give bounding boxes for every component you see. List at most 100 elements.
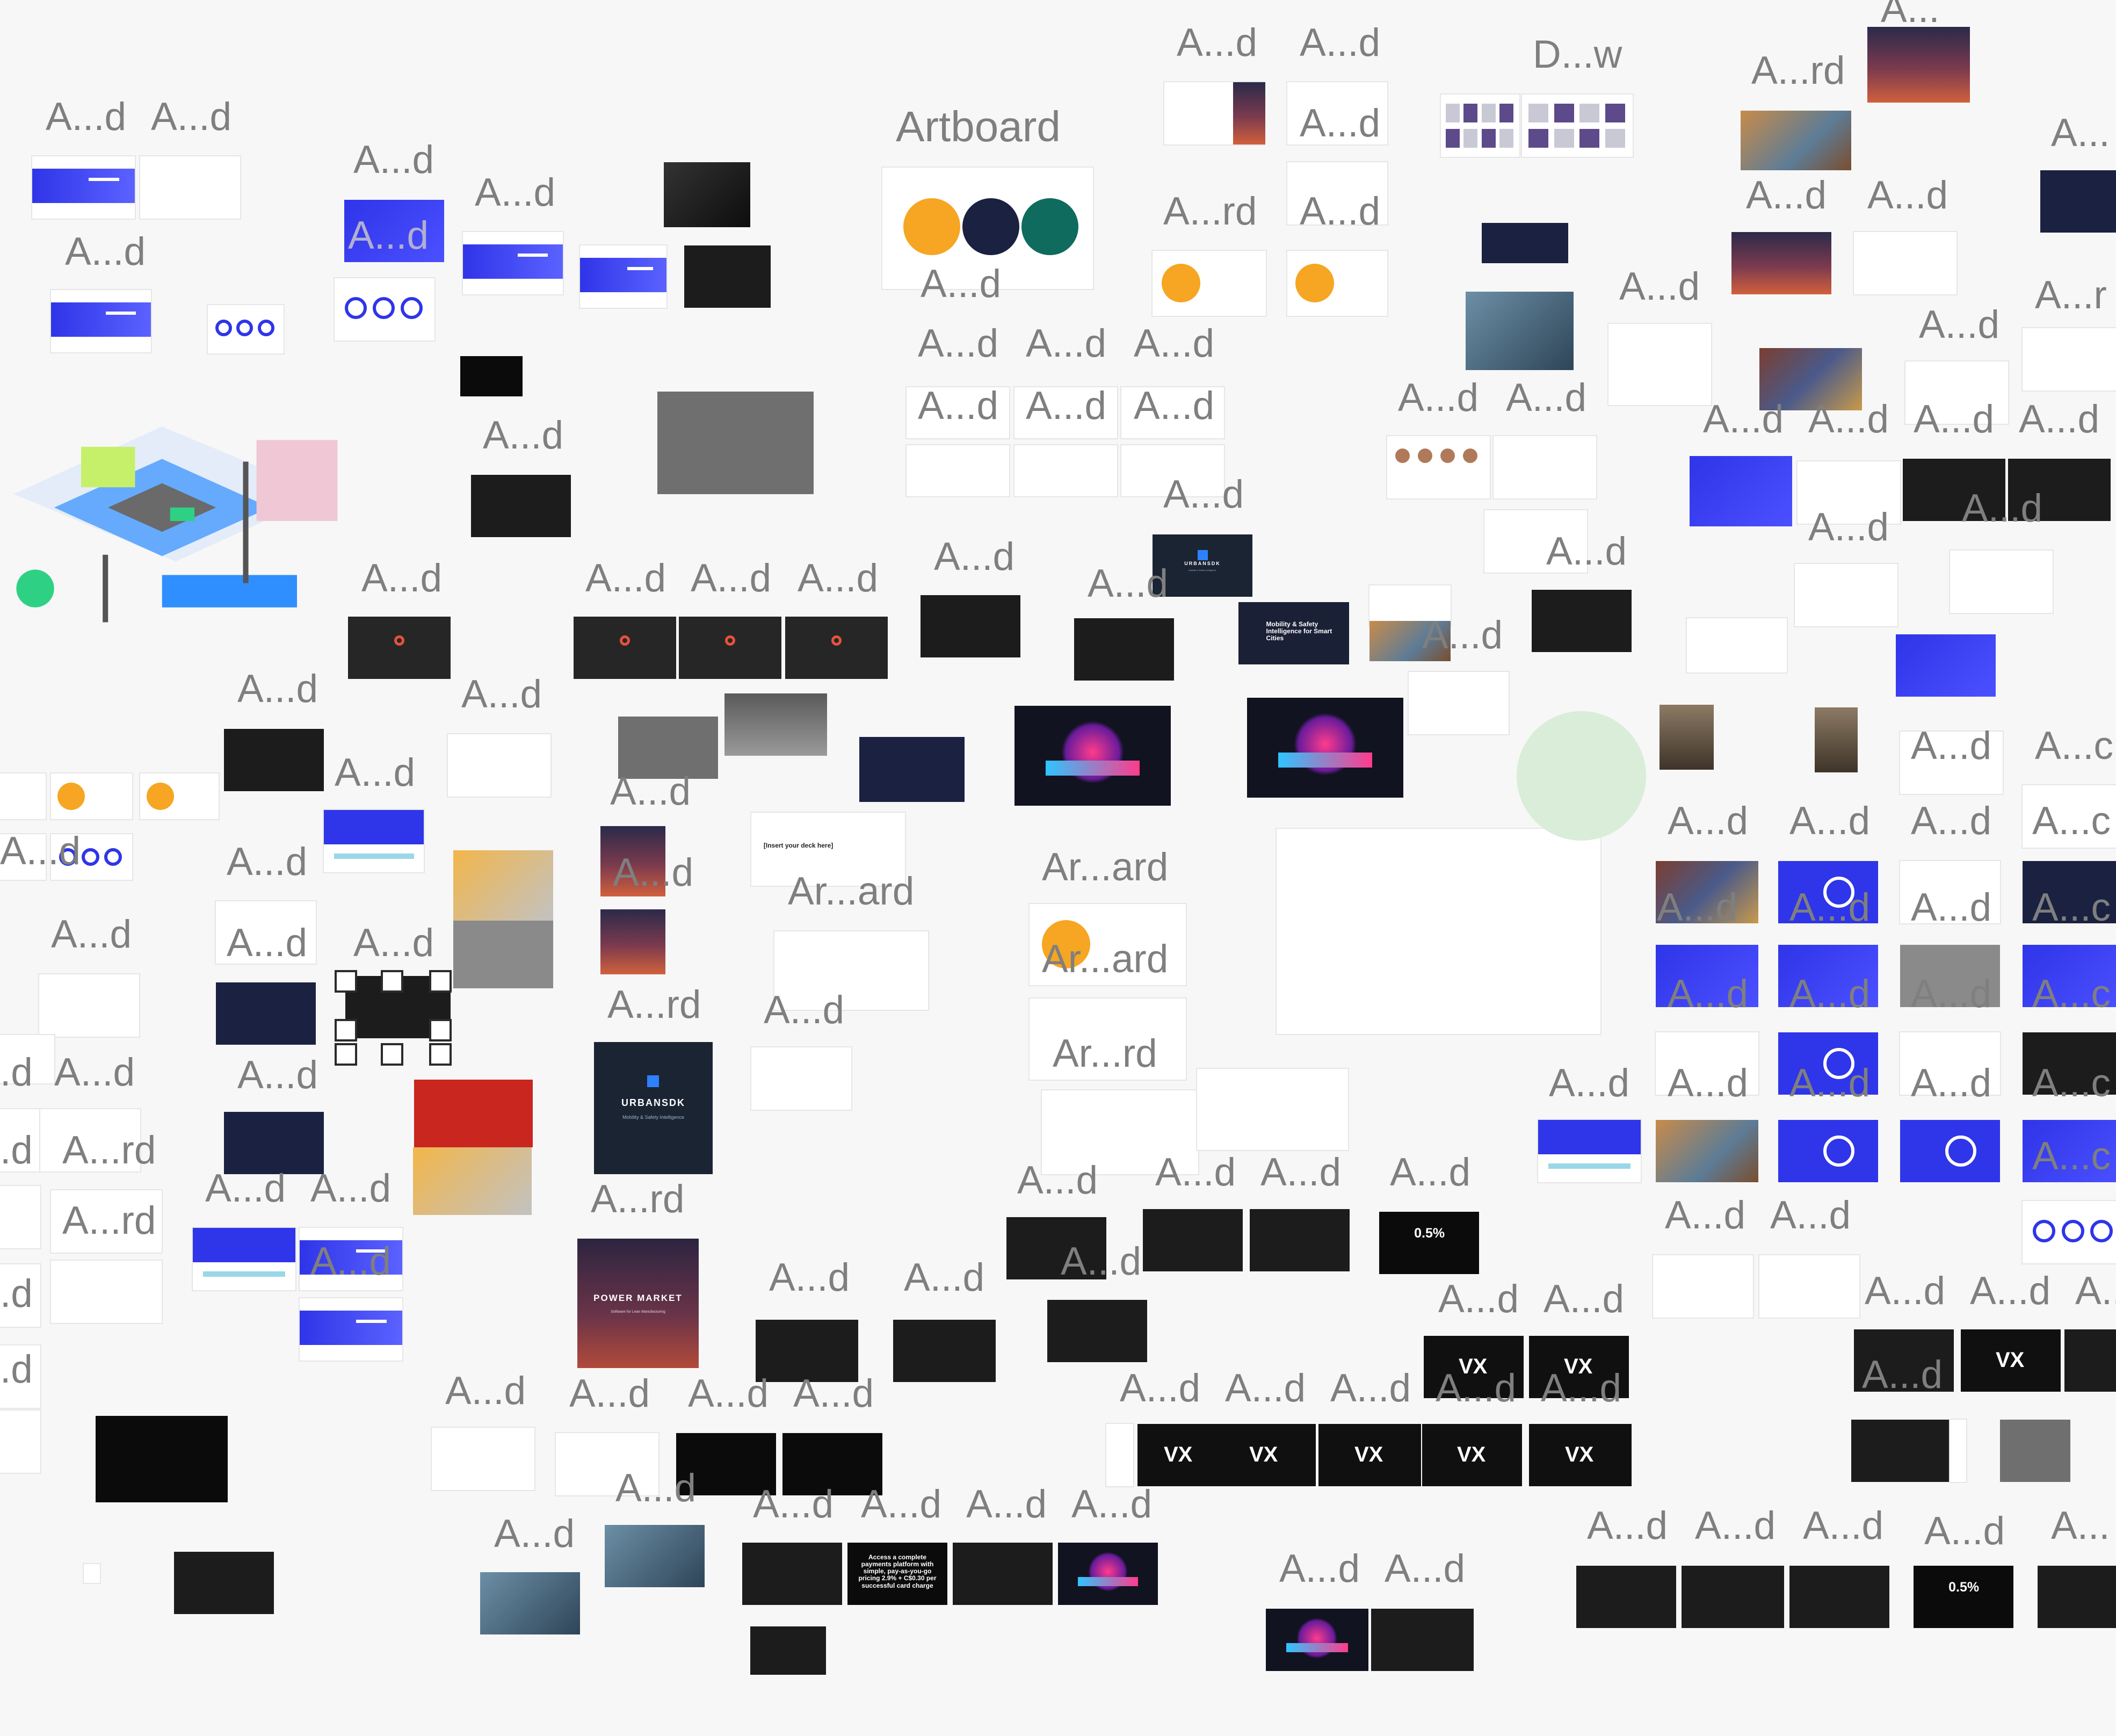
artboard-label[interactable]: A...d	[1543, 1279, 1624, 1319]
artboard-thumbnail[interactable]	[96, 1416, 228, 1502]
artboard-label[interactable]: A...d	[569, 1374, 650, 1413]
artboard-thumbnail[interactable]	[414, 1080, 533, 1147]
artboard-thumbnail[interactable]	[51, 773, 132, 819]
artboard-label[interactable]: A...d	[1657, 888, 1737, 927]
artboard-thumbnail[interactable]	[84, 1564, 100, 1583]
artboard-thumbnail[interactable]	[1153, 251, 1266, 316]
artboard-label[interactable]: A...d	[1163, 475, 1244, 514]
artboard-label[interactable]: A...d	[1385, 1549, 1465, 1588]
artboard-label[interactable]: A...d	[764, 990, 844, 1030]
artboard-thumbnail[interactable]	[453, 921, 553, 988]
artboard-label[interactable]: A...d	[1862, 1355, 1943, 1394]
artboard-label[interactable]: Ar...rd	[1053, 1034, 1157, 1073]
resize-handle[interactable]	[335, 1019, 357, 1041]
artboard-thumbnail[interactable]: Mobility & Safety Intelligence for Smart…	[1238, 602, 1349, 664]
artboard-label[interactable]: A...d	[1155, 1153, 1236, 1192]
artboard-thumbnail[interactable]	[1789, 1566, 1889, 1628]
artboard-canvas[interactable]: [Insert your deck here] URBANSDK Mobility …	[0, 0, 2116, 1736]
artboard-label[interactable]: A...d	[1300, 23, 1380, 62]
artboard-label[interactable]: A...d	[1665, 1196, 1745, 1235]
artboard-label[interactable]: A...d	[1549, 1064, 1629, 1103]
artboard-thumbnail[interactable]	[1900, 1120, 2000, 1182]
artboard-label[interactable]: A...c	[2032, 1064, 2111, 1103]
artboard-label[interactable]: A...d	[51, 915, 132, 954]
artboard-label[interactable]: A...d	[1546, 532, 1627, 571]
artboard-thumbnail[interactable]	[750, 1626, 826, 1675]
resize-handle[interactable]	[429, 970, 452, 993]
artboard-label[interactable]: A...d	[1120, 1369, 1200, 1408]
artboard-label[interactable]: A...d	[1962, 489, 2042, 528]
artboard-thumbnail[interactable]	[1759, 1255, 1859, 1318]
artboard-thumbnail[interactable]	[0, 1186, 40, 1248]
artboard-label[interactable]: A...d	[361, 559, 442, 598]
artboard-label[interactable]: A...d	[1026, 324, 1106, 363]
artboard-label[interactable]: A...	[2051, 1506, 2110, 1545]
artboard-label[interactable]: A...d	[1919, 305, 1999, 344]
artboard-label[interactable]: A...d	[1134, 324, 1214, 363]
artboard-thumbnail[interactable]	[224, 1112, 324, 1174]
artboard-thumbnail[interactable]	[657, 392, 814, 494]
artboard-label[interactable]: A...d	[1300, 192, 1380, 231]
artboard-label[interactable]: A...d	[615, 1469, 696, 1508]
artboard-label[interactable]: A...d	[1911, 801, 1991, 841]
artboard-thumbnail[interactable]	[1247, 698, 1403, 798]
artboard-thumbnail[interactable]	[1576, 1566, 1676, 1628]
artboard-label[interactable]: D...w	[1533, 35, 1622, 74]
artboard-label[interactable]: A...d	[1867, 176, 1948, 215]
artboard-label[interactable]: Ar...ard	[788, 872, 914, 911]
artboard-thumbnail[interactable]	[480, 1572, 580, 1634]
artboard-thumbnail[interactable]	[2000, 1420, 2070, 1482]
artboard-thumbnail[interactable]	[1741, 111, 1851, 170]
artboard-thumbnail[interactable]	[605, 1525, 705, 1587]
artboard-thumbnail[interactable]	[1482, 223, 1568, 263]
artboard-label[interactable]: A...d	[1770, 1196, 1851, 1235]
artboard-label[interactable]: A...d	[610, 772, 691, 811]
resize-handle[interactable]	[381, 970, 403, 993]
artboard-label[interactable]: A...d	[1134, 386, 1214, 425]
artboard-thumbnail[interactable]	[140, 156, 240, 219]
artboard-label[interactable]: A...d	[0, 831, 81, 871]
artboard-thumbnail[interactable]	[300, 1298, 402, 1361]
artboard-thumbnail[interactable]	[1441, 95, 1519, 157]
artboard-label[interactable]: A...d	[46, 97, 126, 136]
artboard-thumbnail[interactable]	[679, 617, 781, 679]
isometric-city-illustration[interactable]	[0, 413, 381, 629]
artboard-label[interactable]: A...d	[353, 140, 434, 179]
artboard-label[interactable]: A...d	[1703, 400, 1784, 439]
artboard-label[interactable]: A...d	[1071, 1485, 1152, 1524]
artboard-label[interactable]: A...d	[1668, 801, 1748, 841]
artboard-label[interactable]: A...d	[1911, 726, 1991, 765]
artboard-label[interactable]: A...d	[310, 1242, 391, 1281]
artboard-label[interactable]: A...d	[793, 1374, 874, 1413]
artboard-thumbnail[interactable]	[1233, 82, 1265, 144]
artboard-label[interactable]: A...d	[237, 669, 318, 708]
artboard-label[interactable]: A...d	[1789, 1064, 1870, 1103]
artboard-label[interactable]: .d	[0, 1350, 33, 1389]
artboard-label[interactable]: .d	[0, 1274, 33, 1313]
artboard-label[interactable]: A...c	[2032, 1137, 2111, 1176]
artboard-label[interactable]: A...d	[1803, 1506, 1883, 1545]
artboard-label[interactable]: A...d	[1914, 400, 1994, 439]
artboard-thumbnail[interactable]	[724, 693, 827, 756]
artboard-thumbnail[interactable]	[664, 162, 750, 227]
artboard-thumbnail[interactable]	[432, 1428, 534, 1490]
artboard-label[interactable]: A...d	[921, 264, 1001, 303]
artboard-thumbnail[interactable]	[1522, 95, 1633, 157]
artboard-label[interactable]: Ar...ard	[1042, 939, 1168, 979]
artboard-thumbnail[interactable]	[907, 445, 1009, 496]
resize-handle[interactable]	[381, 1043, 403, 1066]
artboard-thumbnail[interactable]	[1815, 707, 1858, 772]
artboard-thumbnail[interactable]: POWER MARKET Software for Lean Manufactur…	[577, 1239, 699, 1368]
artboard-label[interactable]: A...d	[54, 1053, 135, 1092]
artboard-thumbnail[interactable]	[1014, 445, 1117, 496]
artboard-thumbnail[interactable]	[216, 982, 316, 1045]
artboard-thumbnail[interactable]	[1014, 706, 1171, 806]
artboard-thumbnail[interactable]	[1371, 1609, 1474, 1671]
artboard-label[interactable]: A...d	[613, 853, 693, 892]
artboard-thumbnail[interactable]: VX	[1961, 1329, 2061, 1392]
artboard-label[interactable]: A...d	[688, 1374, 769, 1413]
artboard-label[interactable]: A...rd	[607, 985, 701, 1024]
artboard-thumbnail[interactable]	[574, 617, 676, 679]
artboard-label[interactable]: A...d	[348, 216, 429, 255]
artboard-thumbnail[interactable]	[1687, 618, 1787, 672]
